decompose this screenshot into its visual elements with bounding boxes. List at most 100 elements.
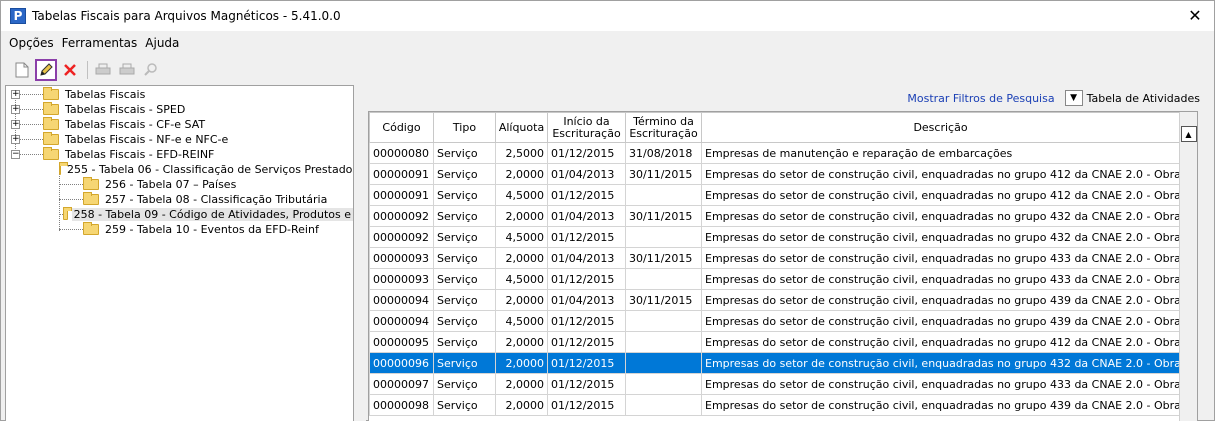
table-cell: Empresas do setor de construção civil, e… xyxy=(701,352,1180,374)
tree-node-sped[interactable]: + Tabelas Fiscais - SPED xyxy=(6,102,353,117)
new-document-icon[interactable] xyxy=(11,59,33,81)
tree-node-label: Tabelas Fiscais - CF-e SAT xyxy=(65,118,206,131)
close-button[interactable]: ✕ xyxy=(1186,7,1204,25)
table-cell: 01/12/2015 xyxy=(547,331,626,353)
table-cell: Serviço xyxy=(433,310,496,332)
table-cell xyxy=(625,184,702,206)
expand-icon[interactable]: + xyxy=(11,105,20,114)
table-cell: Empresas do setor de construção civil, e… xyxy=(701,310,1180,332)
table-cell: Serviço xyxy=(433,184,496,206)
table-cell: 01/12/2015 xyxy=(547,394,626,416)
pencil-icon[interactable] xyxy=(35,59,57,81)
table-cell: 01/04/2013 xyxy=(547,247,626,269)
scroll-up-icon[interactable]: ▲ xyxy=(1180,126,1197,142)
table-selector-label[interactable]: Tabela de Atividades xyxy=(1087,92,1200,105)
tree-node-nfe[interactable]: + Tabelas Fiscais - NF-e e NFC-e xyxy=(6,132,353,147)
scroll-thumb[interactable] xyxy=(1180,144,1197,284)
table-cell: 30/11/2015 xyxy=(625,163,702,185)
table-row[interactable]: 00000094 Serviço 2,0000 01/04/2013 30/11/201… xyxy=(369,289,1180,311)
tree-node-tabela-06[interactable]: 255 - Tabela 06 - Classificação de Servi… xyxy=(6,162,353,177)
tree-node-tabela-08[interactable]: 257 - Tabela 08 - Classificação Tributár… xyxy=(6,192,353,207)
menu-ajuda[interactable]: Ajuda xyxy=(145,35,179,51)
tree-node-tabela-09[interactable]: 258 - Tabela 09 - Código de Atividades, … xyxy=(6,207,353,222)
dropdown-arrow-icon[interactable]: ▼ xyxy=(1064,90,1083,106)
table-row[interactable]: 00000096 Serviço 2,0000 01/12/2015 Empresas … xyxy=(369,352,1180,374)
expand-icon[interactable]: + xyxy=(11,120,20,129)
tree-node-label: 258 - Tabela 09 - Código de Atividades, … xyxy=(71,208,353,221)
table-cell: 2,0000 xyxy=(495,205,548,227)
table-cell: 01/04/2013 xyxy=(547,289,626,311)
column-header-inicio[interactable]: Início da Escrituração xyxy=(547,112,626,143)
table-row[interactable]: 00000098 Serviço 2,0000 01/12/2015 Empresas … xyxy=(369,394,1180,416)
column-header-tipo[interactable]: Tipo xyxy=(433,112,496,143)
menu-opcoes[interactable]: Opções xyxy=(9,35,54,51)
table-row[interactable]: 00000094 Serviço 4,5000 01/12/2015 Empresas … xyxy=(369,310,1180,332)
show-filters-link[interactable]: Mostrar Filtros de Pesquisa xyxy=(907,92,1054,105)
table-row[interactable]: 00000092 Serviço 2,0000 01/04/2013 30/11/201… xyxy=(369,205,1180,227)
table-row[interactable]: 00000097 Serviço 2,0000 01/12/2015 Empresas … xyxy=(369,373,1180,395)
column-header-descricao[interactable]: Descrição xyxy=(701,112,1180,143)
tree-node-tabela-10[interactable]: 259 - Tabela 10 - Eventos da EFD-Reinf xyxy=(6,222,353,237)
tree-node-label: 256 - Tabela 07 – Países xyxy=(105,178,237,191)
tree-node-cfe-sat[interactable]: + Tabelas Fiscais - CF-e SAT xyxy=(6,117,353,132)
table-cell: 01/12/2015 xyxy=(547,184,626,206)
menu-bar: Opções Ferramentas Ajuda xyxy=(1,33,187,53)
column-header-codigo[interactable]: Código xyxy=(369,112,434,143)
table-cell: Serviço xyxy=(433,142,496,164)
tree-node-efd-reinf[interactable]: − Tabelas Fiscais - EFD-REINF xyxy=(6,147,353,162)
toolbar xyxy=(1,57,164,83)
folder-icon xyxy=(43,102,59,115)
folder-icon xyxy=(43,117,59,130)
expand-icon[interactable]: + xyxy=(11,90,20,99)
panel-splitter[interactable] xyxy=(354,85,366,421)
table-cell: 00000093 xyxy=(369,247,434,269)
magnifier-icon[interactable] xyxy=(140,59,162,81)
tree-node-label: 255 - Tabela 06 - Classificação de Servi… xyxy=(67,163,354,176)
table-cell: Empresas do setor de construção civil, e… xyxy=(701,394,1180,416)
collapse-icon[interactable]: − xyxy=(11,150,20,159)
table-cell: Empresas do setor de construção civil, e… xyxy=(701,373,1180,395)
tree-node-label: Tabelas Fiscais - EFD-REINF xyxy=(65,148,215,161)
menu-ferramentas[interactable]: Ferramentas xyxy=(62,35,138,51)
table-row[interactable]: 00000093 Serviço 4,5000 01/12/2015 Empresas … xyxy=(369,268,1180,290)
table-row[interactable]: 00000093 Serviço 2,0000 01/04/2013 30/11/201… xyxy=(369,247,1180,269)
tree-node-label: Tabelas Fiscais xyxy=(65,88,146,101)
table-cell: 01/12/2015 xyxy=(547,310,626,332)
tree-panel[interactable]: + Tabelas Fiscais + Tabelas Fiscais - SP… xyxy=(5,85,354,421)
folder-icon xyxy=(83,222,99,235)
table-cell: Empresas do setor de construção civil, e… xyxy=(701,331,1180,353)
table-row[interactable]: 00000095 Serviço 2,0000 01/12/2015 Empresas … xyxy=(369,331,1180,353)
table-row[interactable]: 00000091 Serviço 4,5000 01/12/2015 Empresas … xyxy=(369,184,1180,206)
table-cell: 00000094 xyxy=(369,289,434,311)
table-row[interactable]: 00000091 Serviço 2,0000 01/04/2013 30/11/201… xyxy=(369,163,1180,185)
table-cell: 00000096 xyxy=(369,352,434,374)
table-cell: 2,0000 xyxy=(495,289,548,311)
tree-node-tabelas-fiscais[interactable]: + Tabelas Fiscais xyxy=(6,87,353,102)
table-row[interactable]: 00000092 Serviço 4,5000 01/12/2015 Empresas … xyxy=(369,226,1180,248)
table-cell: Serviço xyxy=(433,289,496,311)
tree-node-tabela-07[interactable]: 256 - Tabela 07 – Países xyxy=(6,177,353,192)
window-title: Tabelas Fiscais para Arquivos Magnéticos… xyxy=(32,9,341,23)
table-cell: Empresas de manutenção e reparação de em… xyxy=(701,142,1180,164)
delete-x-icon[interactable] xyxy=(59,59,81,81)
folder-icon xyxy=(59,162,68,175)
table-row[interactable]: 00000080 Serviço 2,5000 01/12/2015 31/08/201… xyxy=(369,142,1180,164)
table-cell: Empresas do setor de construção civil, e… xyxy=(701,205,1180,227)
data-grid[interactable]: Código Tipo Alíquota Início da Escritura… xyxy=(368,111,1198,421)
table-cell xyxy=(625,394,702,416)
table-cell xyxy=(625,226,702,248)
column-header-termino[interactable]: Término da Escrituração xyxy=(625,112,702,143)
table-cell: 01/12/2015 xyxy=(547,373,626,395)
detail-panel: Mostrar Filtros de Pesquisa ▼ Tabela de … xyxy=(366,85,1214,421)
column-header-aliquota[interactable]: Alíquota xyxy=(495,112,548,143)
table-cell: 01/12/2015 xyxy=(547,268,626,290)
table-cell: 4,5000 xyxy=(495,310,548,332)
printer-preview-icon[interactable] xyxy=(116,59,138,81)
table-cell: 01/12/2015 xyxy=(547,352,626,374)
vertical-scrollbar[interactable]: ▲ xyxy=(1179,112,1197,421)
table-cell: 01/04/2013 xyxy=(547,205,626,227)
expand-icon[interactable]: + xyxy=(11,135,20,144)
table-cell: 30/11/2015 xyxy=(625,289,702,311)
printer-icon[interactable] xyxy=(92,59,114,81)
tree-node-label: 259 - Tabela 10 - Eventos da EFD-Reinf xyxy=(105,223,319,236)
